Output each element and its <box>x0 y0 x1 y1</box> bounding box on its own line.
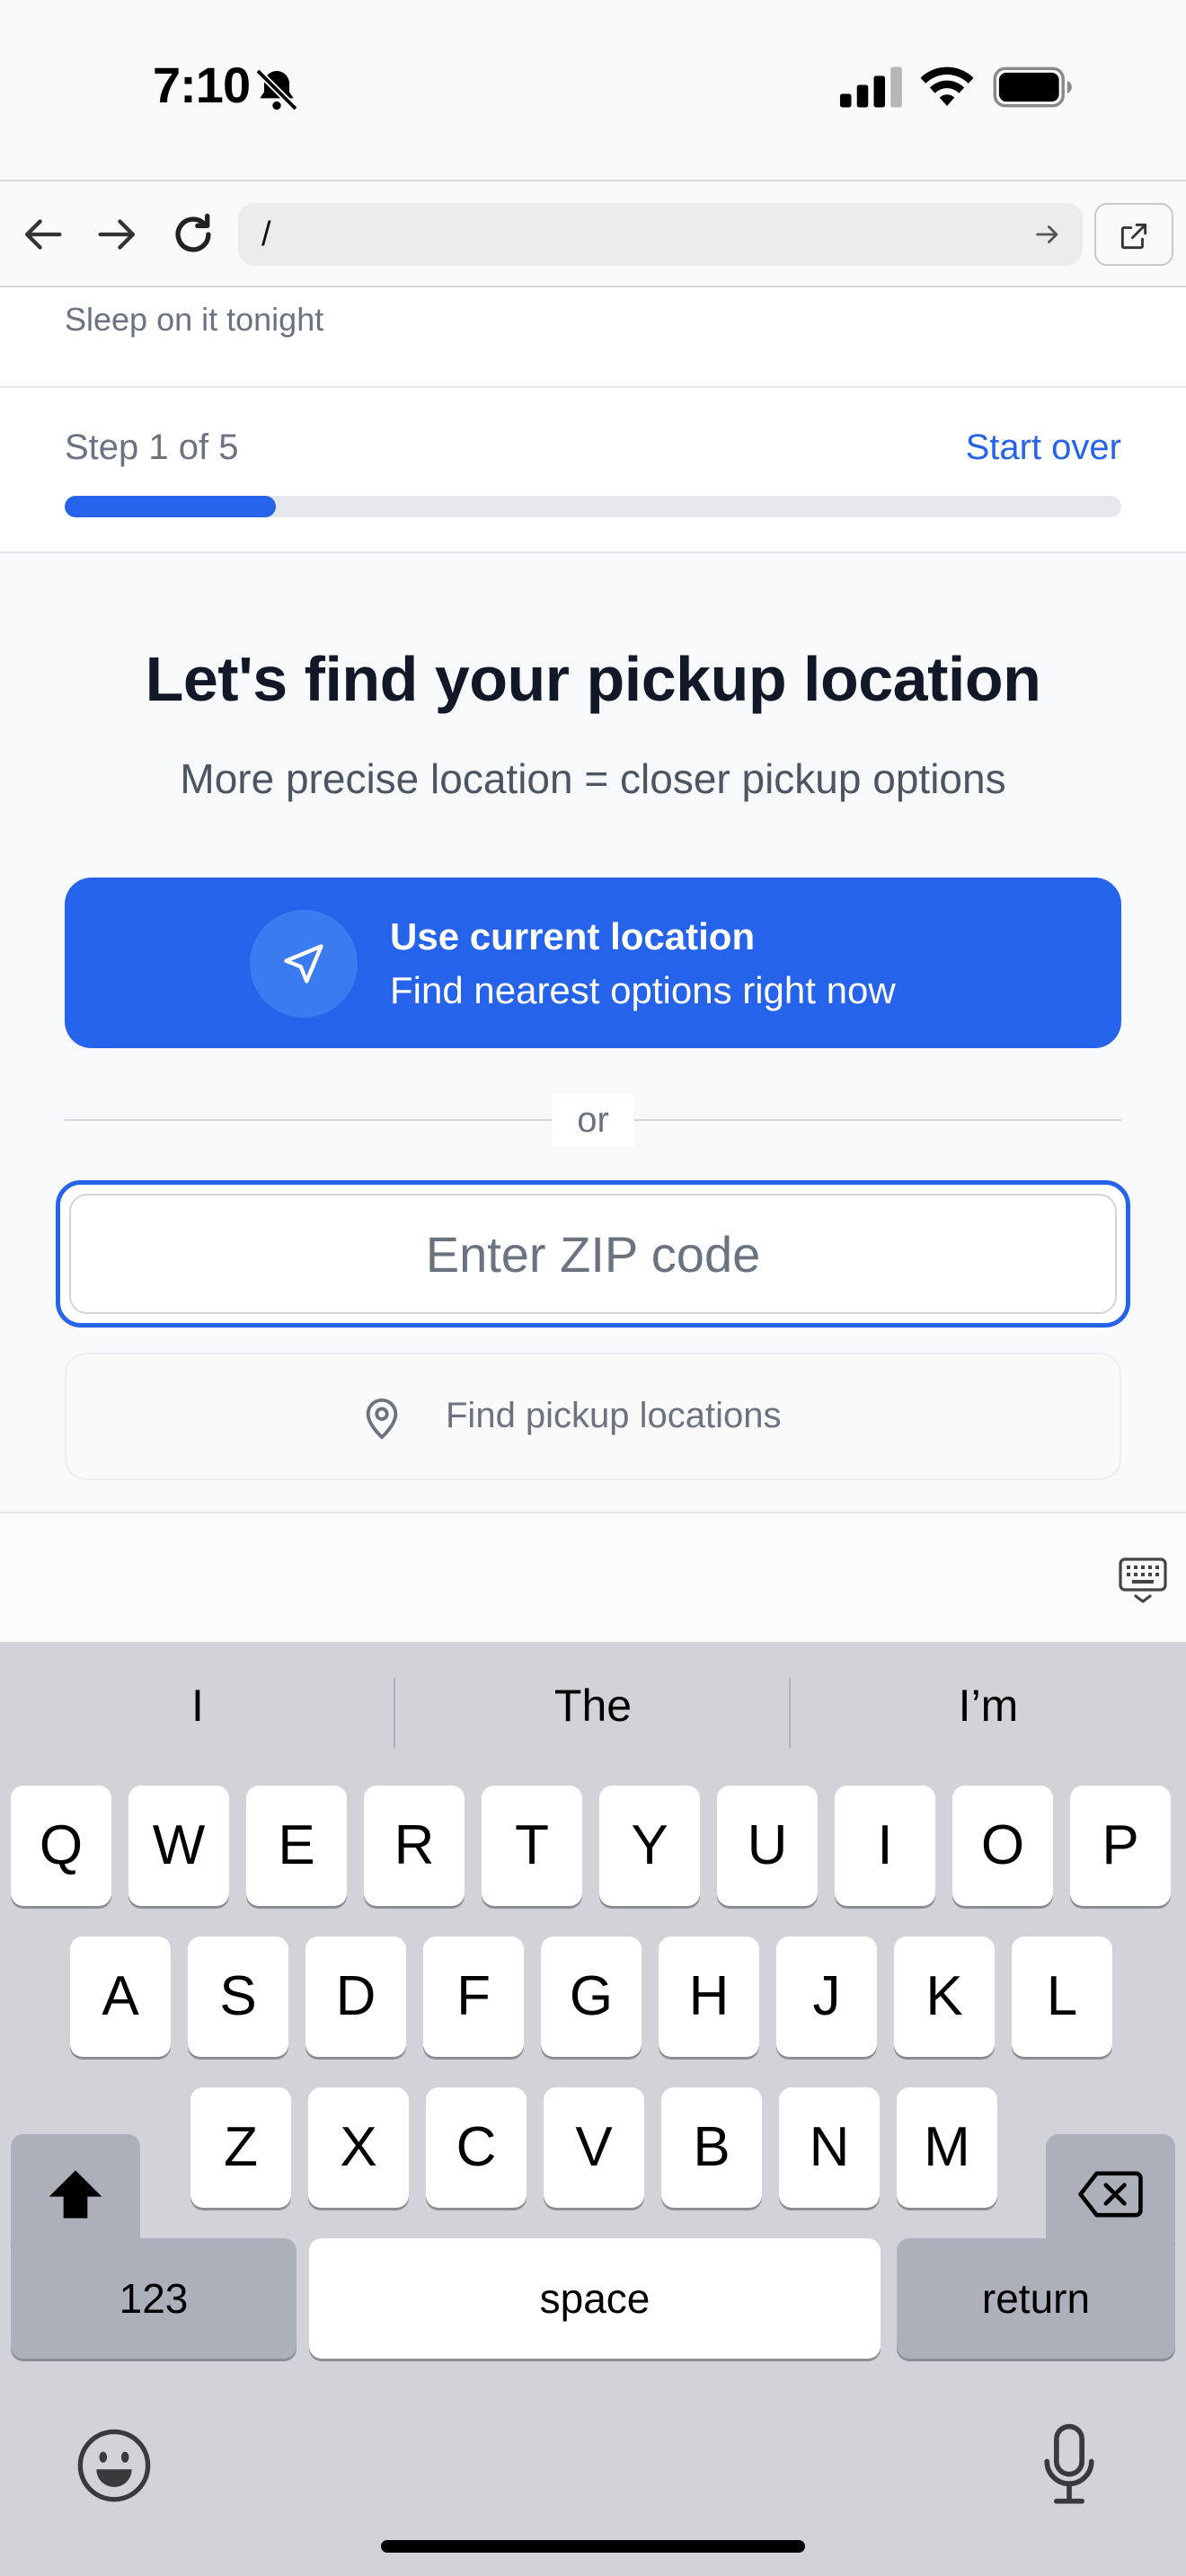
key-w[interactable]: W <box>128 1786 229 1906</box>
top-note: Sleep on it tonight <box>0 287 1186 388</box>
backspace-icon <box>1078 2171 1143 2218</box>
top-note-text: Sleep on it tonight <box>65 301 324 338</box>
external-link-icon <box>1120 223 1147 250</box>
divider-line-right <box>634 1119 1121 1121</box>
suggestion-3[interactable]: I’m <box>791 1680 1186 1732</box>
key-q[interactable]: Q <box>11 1786 111 1906</box>
numbers-key[interactable]: 123 <box>11 2238 296 2359</box>
keyboard-dismiss-icon[interactable] <box>1118 1557 1168 1607</box>
key-p[interactable]: P <box>1070 1786 1171 1906</box>
key-z[interactable]: Z <box>190 2087 291 2208</box>
space-key[interactable]: space <box>309 2238 881 2359</box>
key-i[interactable]: I <box>835 1786 935 1906</box>
key-a[interactable]: A <box>70 1936 171 2057</box>
suggestion-1[interactable]: I <box>0 1680 395 1732</box>
browser-toolbar: / <box>0 180 1186 287</box>
find-pickup-locations-button[interactable]: Find pickup locations <box>65 1353 1121 1480</box>
home-indicator <box>381 2540 805 2553</box>
map-pin-icon <box>366 1398 398 1440</box>
key-r[interactable]: R <box>364 1786 465 1906</box>
battery-icon <box>993 66 1072 108</box>
find-pickup-locations-label: Find pickup locations <box>446 1396 782 1435</box>
status-bar: 7:10 <box>0 0 1186 180</box>
key-b[interactable]: B <box>661 2087 762 2208</box>
key-n[interactable]: N <box>779 2087 880 2208</box>
go-arrow-icon[interactable] <box>1032 219 1063 250</box>
key-c[interactable]: C <box>426 2087 527 2208</box>
use-location-subtitle: Find nearest options right now <box>390 969 896 1011</box>
key-d[interactable]: D <box>305 1936 406 2057</box>
key-v[interactable]: V <box>544 2087 644 2208</box>
cellular-signal-icon <box>840 66 902 108</box>
divider-or-text: or <box>552 1094 634 1146</box>
key-j[interactable]: J <box>776 1936 877 2057</box>
microphone-icon[interactable] <box>1042 2423 1096 2506</box>
page-subtitle: More precise location = closer pickup op… <box>180 755 1006 802</box>
onscreen-keyboard: I The I’m QWERTYUIOP ASDFGHJKL ZXCVBNM 1… <box>0 1642 1186 2576</box>
emoji-icon[interactable] <box>75 2427 153 2504</box>
url-field[interactable]: / <box>238 203 1083 266</box>
progress-bar <box>65 496 1121 517</box>
backspace-key[interactable] <box>1046 2134 1175 2254</box>
divider-line-left <box>65 1119 552 1121</box>
location-icon-circle <box>250 910 358 1018</box>
bell-off-icon <box>255 68 298 111</box>
start-over-link[interactable]: Start over <box>966 428 1121 468</box>
key-s[interactable]: S <box>188 1936 288 2057</box>
key-t[interactable]: T <box>482 1786 582 1906</box>
use-location-title: Use current location <box>390 915 756 957</box>
navigation-arrow-icon <box>284 944 323 984</box>
back-arrow-icon[interactable] <box>16 208 68 260</box>
page-title: Let's find your pickup location <box>145 644 1041 714</box>
key-x[interactable]: X <box>308 2087 409 2208</box>
forward-arrow-icon[interactable] <box>92 208 144 260</box>
suggestion-2[interactable]: The <box>395 1680 791 1732</box>
use-current-location-button[interactable]: Use current location Find nearest option… <box>65 878 1121 1048</box>
key-l[interactable]: L <box>1012 1936 1112 2057</box>
progress-fill <box>65 496 277 517</box>
keyboard-accessory-bar <box>0 1512 1186 1642</box>
key-h[interactable]: H <box>659 1936 759 2057</box>
reload-icon[interactable] <box>167 208 219 260</box>
zip-code-input[interactable] <box>69 1194 1117 1314</box>
shift-icon <box>49 2170 102 2219</box>
url-text: / <box>261 216 271 253</box>
key-u[interactable]: U <box>717 1786 818 1906</box>
return-key[interactable]: return <box>897 2238 1175 2359</box>
key-k[interactable]: K <box>894 1936 995 2057</box>
key-m[interactable]: M <box>897 2087 997 2208</box>
page-content: Sleep on it tonight Step 1 of 5 Start ov… <box>0 287 1186 1512</box>
zip-focus-ring <box>56 1180 1130 1328</box>
key-y[interactable]: Y <box>599 1786 700 1906</box>
key-e[interactable]: E <box>246 1786 347 1906</box>
key-o[interactable]: O <box>952 1786 1053 1906</box>
key-g[interactable]: G <box>541 1936 642 2057</box>
wifi-icon <box>920 66 974 106</box>
step-header: Step 1 of 5 Start over <box>0 388 1186 553</box>
shift-key[interactable] <box>11 2134 140 2254</box>
open-external-button[interactable] <box>1094 203 1173 266</box>
status-time: 7:10 <box>153 57 251 113</box>
step-label: Step 1 of 5 <box>65 428 239 467</box>
key-f[interactable]: F <box>423 1936 524 2057</box>
